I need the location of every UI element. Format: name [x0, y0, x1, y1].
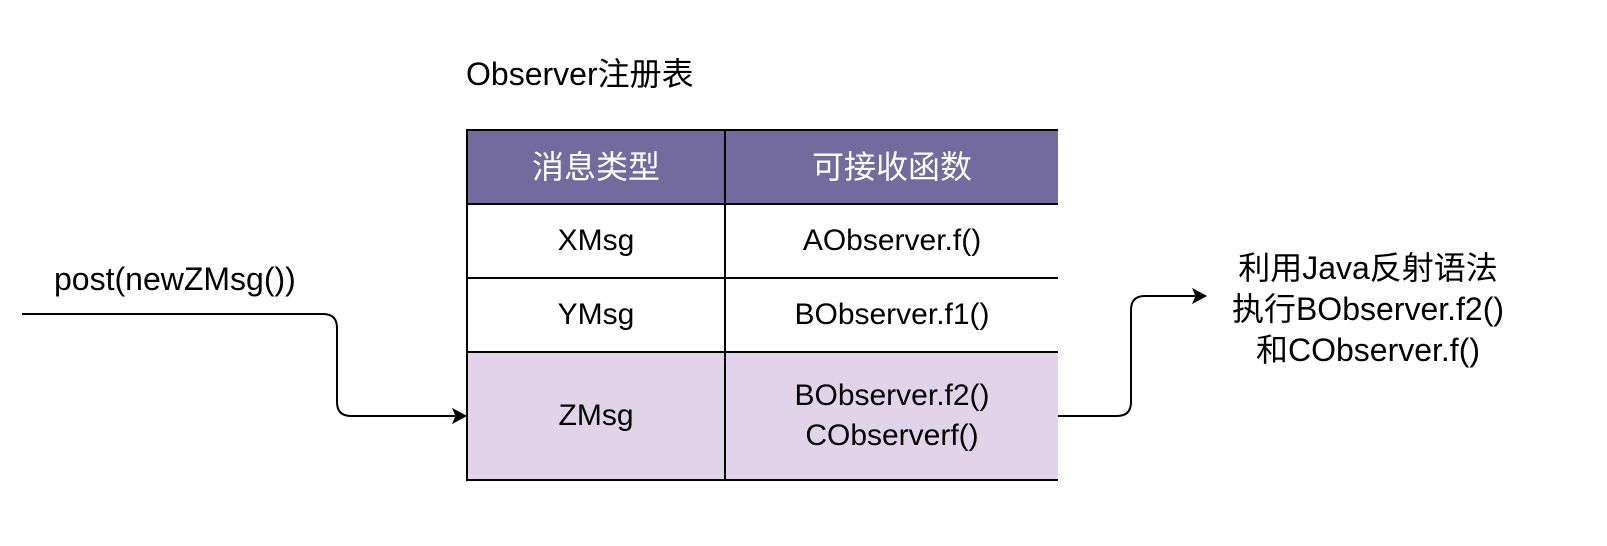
connector-layer: [22, 287, 1208, 425]
diagram-canvas: Observer注册表 post(newZMsg()) 利用Java反射语法 执…: [0, 0, 1607, 546]
output-arrow-line: [1058, 295, 1195, 417]
input-arrow-line: [22, 313, 455, 417]
